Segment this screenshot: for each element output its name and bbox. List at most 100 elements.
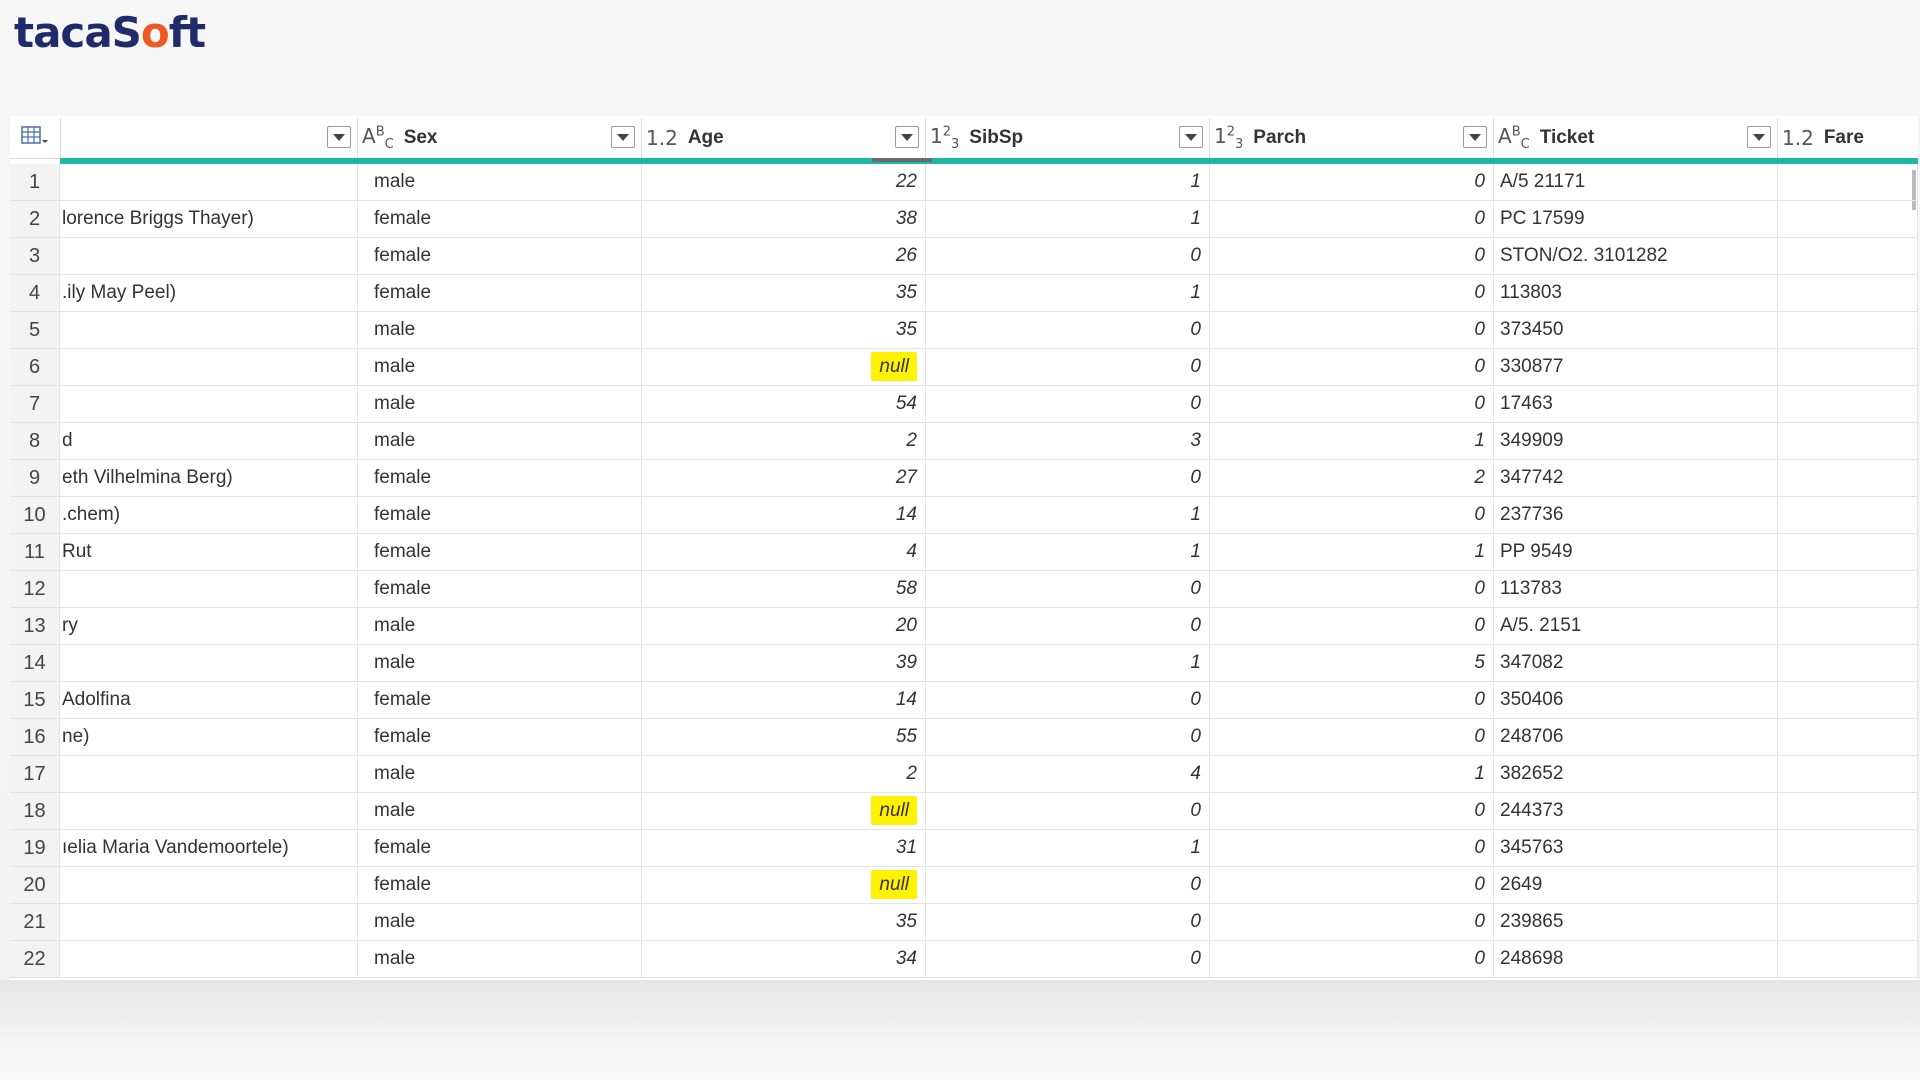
table-row[interactable]: 19 ıelia Maria Vandemoortele) female 31 1 0 34… — [10, 830, 1918, 867]
cell-fare[interactable] — [1778, 941, 1918, 977]
cell-age[interactable]: 31 — [642, 830, 926, 866]
column-header-parch[interactable]: 123 Parch — [1210, 118, 1494, 158]
cell-age[interactable]: 55 — [642, 719, 926, 755]
cell-sibsp[interactable]: 1 — [926, 275, 1210, 311]
cell-fare[interactable] — [1778, 756, 1918, 792]
table-row[interactable]: 18 male null 0 0 244373 — [10, 793, 1918, 830]
cell-sibsp[interactable]: 0 — [926, 571, 1210, 607]
column-header-age[interactable]: 1.2 Age — [642, 118, 926, 158]
cell-name[interactable]: .chem) — [60, 497, 358, 533]
cell-fare[interactable] — [1778, 201, 1918, 237]
row-number[interactable]: 1 — [10, 164, 60, 200]
cell-fare[interactable] — [1778, 645, 1918, 681]
cell-sibsp[interactable]: 1 — [926, 830, 1210, 866]
cell-name[interactable]: lorence Briggs Thayer) — [60, 201, 358, 237]
cell-sibsp[interactable]: 0 — [926, 867, 1210, 903]
cell-ticket[interactable]: 17463 — [1494, 386, 1778, 422]
row-number[interactable]: 10 — [10, 497, 60, 533]
cell-sex[interactable]: male — [358, 386, 642, 422]
cell-sex[interactable]: male — [358, 349, 642, 385]
table-row[interactable]: 16 ne) female 55 0 0 248706 — [10, 719, 1918, 756]
cell-ticket[interactable]: 248698 — [1494, 941, 1778, 977]
cell-name[interactable] — [60, 756, 358, 792]
cell-sibsp[interactable]: 0 — [926, 719, 1210, 755]
row-number[interactable]: 9 — [10, 460, 60, 496]
cell-parch[interactable]: 0 — [1210, 941, 1494, 977]
table-row[interactable]: 14 male 39 1 5 347082 — [10, 645, 1918, 682]
table-row[interactable]: 11 Rut female 4 1 1 PP 9549 — [10, 534, 1918, 571]
cell-fare[interactable] — [1778, 830, 1918, 866]
cell-age[interactable]: 34 — [642, 941, 926, 977]
cell-name[interactable]: Adolfina — [60, 682, 358, 718]
cell-parch[interactable]: 0 — [1210, 386, 1494, 422]
cell-sibsp[interactable]: 0 — [926, 682, 1210, 718]
cell-parch[interactable]: 0 — [1210, 238, 1494, 274]
cell-sibsp[interactable]: 1 — [926, 534, 1210, 570]
cell-sibsp[interactable]: 0 — [926, 608, 1210, 644]
cell-name[interactable] — [60, 164, 358, 200]
cell-parch[interactable]: 0 — [1210, 867, 1494, 903]
cell-fare[interactable] — [1778, 164, 1918, 200]
cell-fare[interactable] — [1778, 608, 1918, 644]
cell-ticket[interactable]: 113783 — [1494, 571, 1778, 607]
cell-name[interactable] — [60, 793, 358, 829]
row-number[interactable]: 21 — [10, 904, 60, 940]
table-row[interactable]: 1 male 22 1 0 A/5 21171 — [10, 164, 1918, 201]
cell-sex[interactable]: female — [358, 719, 642, 755]
table-row[interactable]: 4 .ily May Peel) female 35 1 0 113803 — [10, 275, 1918, 312]
cell-age[interactable]: 35 — [642, 275, 926, 311]
cell-parch[interactable]: 0 — [1210, 793, 1494, 829]
cell-fare[interactable] — [1778, 349, 1918, 385]
cell-sibsp[interactable]: 0 — [926, 941, 1210, 977]
cell-ticket[interactable]: 2649 — [1494, 867, 1778, 903]
table-row[interactable]: 12 female 58 0 0 113783 — [10, 571, 1918, 608]
cell-parch[interactable]: 0 — [1210, 719, 1494, 755]
cell-name[interactable]: eth Vilhelmina Berg) — [60, 460, 358, 496]
cell-name[interactable] — [60, 941, 358, 977]
row-number[interactable]: 16 — [10, 719, 60, 755]
column-header-ticket[interactable]: ABC Ticket — [1494, 118, 1778, 158]
table-row[interactable]: 8 d male 2 3 1 349909 — [10, 423, 1918, 460]
column-filter-dropdown[interactable] — [611, 126, 635, 148]
cell-parch[interactable]: 5 — [1210, 645, 1494, 681]
row-number[interactable]: 4 — [10, 275, 60, 311]
cell-fare[interactable] — [1778, 460, 1918, 496]
cell-ticket[interactable]: 382652 — [1494, 756, 1778, 792]
cell-ticket[interactable]: PC 17599 — [1494, 201, 1778, 237]
cell-sibsp[interactable]: 1 — [926, 497, 1210, 533]
cell-sex[interactable]: female — [358, 571, 642, 607]
cell-ticket[interactable]: 345763 — [1494, 830, 1778, 866]
cell-fare[interactable] — [1778, 275, 1918, 311]
table-row[interactable]: 20 female null 0 0 2649 — [10, 867, 1918, 904]
cell-parch[interactable]: 0 — [1210, 682, 1494, 718]
row-number[interactable]: 7 — [10, 386, 60, 422]
cell-name[interactable]: ry — [60, 608, 358, 644]
cell-ticket[interactable]: 347082 — [1494, 645, 1778, 681]
cell-sex[interactable]: female — [358, 460, 642, 496]
row-number[interactable]: 11 — [10, 534, 60, 570]
column-header-fare[interactable]: 1.2 Fare — [1778, 118, 1918, 158]
cell-sex[interactable]: female — [358, 830, 642, 866]
row-number[interactable]: 19 — [10, 830, 60, 866]
cell-fare[interactable] — [1778, 867, 1918, 903]
cell-sibsp[interactable]: 0 — [926, 386, 1210, 422]
cell-ticket[interactable]: 347742 — [1494, 460, 1778, 496]
cell-age[interactable]: 26 — [642, 238, 926, 274]
cell-age[interactable]: 58 — [642, 571, 926, 607]
table-row[interactable]: 15 Adolfina female 14 0 0 350406 — [10, 682, 1918, 719]
column-header-sex[interactable]: ABC Sex — [358, 118, 642, 158]
row-number[interactable]: 17 — [10, 756, 60, 792]
cell-parch[interactable]: 0 — [1210, 349, 1494, 385]
cell-age[interactable]: null — [642, 349, 926, 385]
cell-parch[interactable]: 0 — [1210, 830, 1494, 866]
cell-name[interactable]: Rut — [60, 534, 358, 570]
cell-name[interactable]: .ily May Peel) — [60, 275, 358, 311]
cell-sex[interactable]: male — [358, 312, 642, 348]
cell-parch[interactable]: 0 — [1210, 608, 1494, 644]
cell-age[interactable]: 35 — [642, 312, 926, 348]
table-menu-button[interactable] — [10, 118, 61, 158]
table-row[interactable]: 2 lorence Briggs Thayer) female 38 1 0 PC 1759… — [10, 201, 1918, 238]
cell-sex[interactable]: female — [358, 497, 642, 533]
cell-sibsp[interactable]: 1 — [926, 164, 1210, 200]
cell-sex[interactable]: female — [358, 682, 642, 718]
